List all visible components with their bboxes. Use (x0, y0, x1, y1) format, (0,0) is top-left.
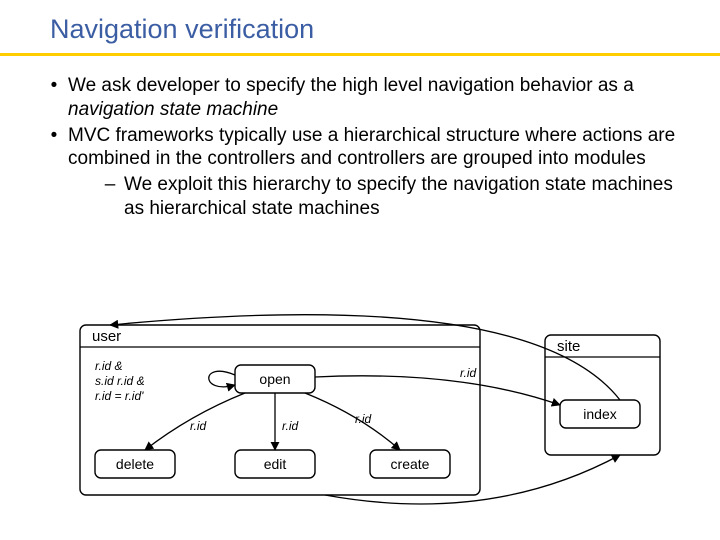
edge-label: r.id (460, 366, 477, 380)
site-label: site (557, 338, 580, 355)
bullet-item: • MVC frameworks typically use a hierarc… (40, 124, 680, 221)
bullet-mark: • (40, 74, 68, 122)
bullet-1-pre: We ask developer to specify the high lev… (68, 75, 634, 96)
bullet-2: MVC frameworks typically use a hierarchi… (68, 125, 675, 170)
edge-label: r.id (190, 419, 207, 433)
guard-line2: s.id r.id & (95, 374, 145, 388)
sub-bullet-text: We exploit this hierarchy to specify the… (124, 173, 680, 221)
edge-open-index (315, 376, 560, 405)
edge-index-user-top (110, 315, 620, 400)
edge-user-site-bottom (325, 455, 620, 504)
bullet-text: We ask developer to specify the high lev… (68, 74, 680, 122)
user-label: user (92, 328, 121, 345)
bullet-mark: • (40, 124, 68, 221)
edge-label: r.id (355, 412, 372, 426)
bullet-1-em: navigation state machine (68, 99, 278, 120)
edge-label: r.id (282, 419, 299, 433)
node-open-label: open (259, 371, 290, 387)
guard-line1: r.id & (95, 359, 123, 373)
guard-line3: r.id = r.id' (95, 389, 144, 403)
slide-body: • We ask developer to specify the high l… (0, 56, 720, 221)
node-index-label: index (583, 406, 616, 422)
node-delete-label: delete (116, 456, 154, 472)
bullet-text: MVC frameworks typically use a hierarchi… (68, 124, 680, 221)
sub-bullet-mark: – (96, 173, 124, 221)
edge-open-create (305, 393, 400, 450)
node-edit-label: edit (264, 456, 287, 472)
edge-open-self (209, 371, 235, 387)
sub-bullet-item: – We exploit this hierarchy to specify t… (96, 173, 680, 221)
node-create-label: create (391, 456, 430, 472)
slide-title: Navigation verification (0, 0, 720, 53)
bullet-item: • We ask developer to specify the high l… (40, 74, 680, 122)
state-machine-diagram: user site open delete edit create index … (60, 305, 670, 515)
